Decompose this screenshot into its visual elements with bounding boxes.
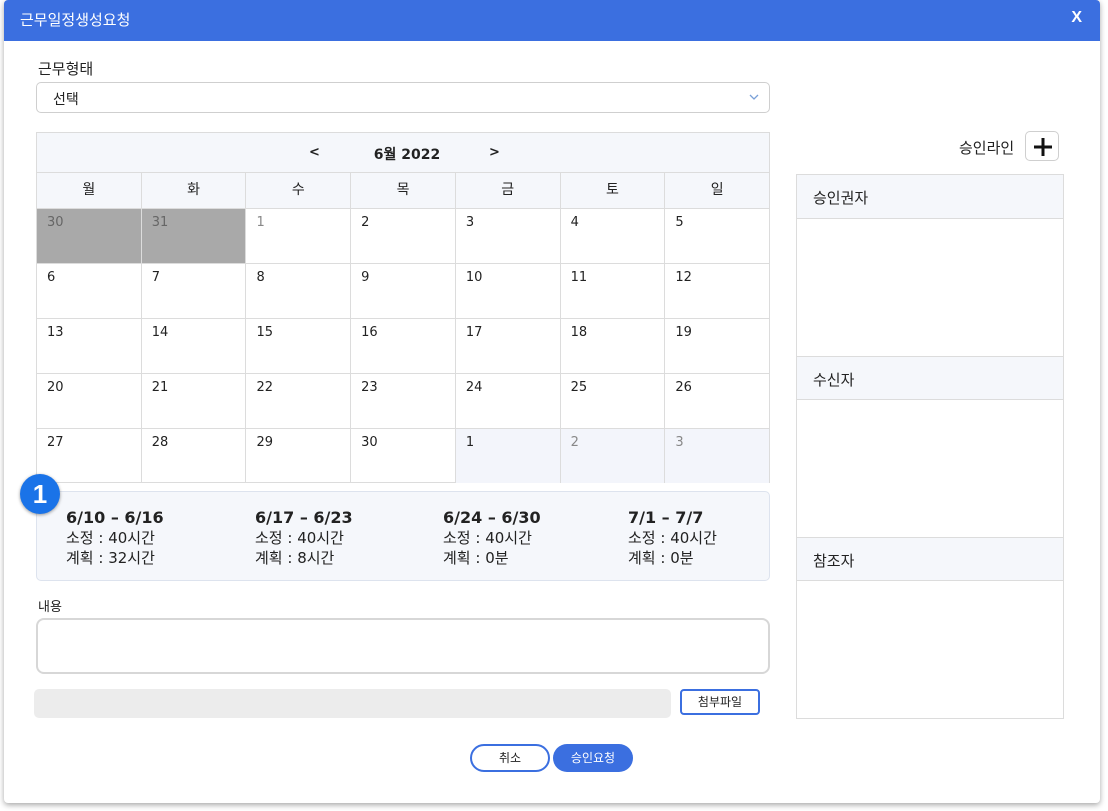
calendar-week: 6 7 8 9 10 11 12 <box>37 264 769 319</box>
work-type-select[interactable]: 선택 <box>36 82 770 113</box>
calendar-day[interactable]: 3 <box>456 209 561 263</box>
calendar-day[interactable]: 14 <box>142 319 247 373</box>
calendar-week: 27 28 29 30 1 2 3 <box>37 429 770 483</box>
chevron-down-icon <box>749 94 759 100</box>
calendar-day[interactable]: 31 <box>141 209 247 263</box>
calendar-day[interactable]: 13 <box>37 319 142 373</box>
prev-month-button[interactable]: < <box>309 145 320 160</box>
calendar-week: 20 21 22 23 24 25 26 <box>37 374 769 429</box>
next-month-button[interactable]: > <box>489 145 500 160</box>
week-range: 6/10 – 6/16 <box>66 508 164 527</box>
add-approval-button[interactable] <box>1025 131 1059 161</box>
calendar-day[interactable]: 26 <box>665 374 769 428</box>
calendar-day[interactable]: 4 <box>561 209 666 263</box>
weekday-sat: 토 <box>561 173 666 208</box>
week-fixed-hours: 소정 : 40시간 <box>628 529 717 547</box>
calendar-header: < 6월 2022 > <box>37 133 769 173</box>
week-planned-hours: 계획 : 32시간 <box>66 549 155 567</box>
content-label: 내용 <box>38 600 62 615</box>
calendar-day[interactable]: 19 <box>665 319 769 373</box>
weekday-thu: 목 <box>351 173 456 208</box>
weekday-sun: 일 <box>710 182 724 198</box>
calendar-day[interactable]: 18 <box>561 319 666 373</box>
calendar-day[interactable]: 30 <box>37 209 142 263</box>
calendar-day[interactable]: 3 <box>665 429 770 483</box>
calendar-day[interactable]: 10 <box>456 264 561 318</box>
week-fixed-hours: 소정 : 40시간 <box>255 529 344 547</box>
calendar-day[interactable]: 22 <box>246 374 352 428</box>
calendar-day[interactable]: 9 <box>351 264 456 318</box>
calendar-day[interactable]: 6 <box>37 264 142 318</box>
cancel-button[interactable]: 취소 <box>470 744 550 772</box>
calendar-day[interactable]: 11 <box>561 264 666 318</box>
receiver-section-header: 수신자 <box>797 356 1063 400</box>
work-schedule-dialog: 근무일정생성요청 X 근무형태 선택 < 6월 2022 > 월 화 수 목 금… <box>4 0 1100 803</box>
work-type-value: 선택 <box>53 92 79 108</box>
plus-icon <box>1034 138 1052 156</box>
week-summary: 6/24 – 6/30 소정 : 40시간 계획 : 0분 <box>443 508 541 568</box>
weekday-tue: 화 <box>142 173 247 208</box>
calendar-day[interactable]: 27 <box>37 429 142 483</box>
dialog-titlebar: 근무일정생성요청 X <box>4 0 1100 41</box>
week-planned-hours: 계획 : 8시간 <box>255 549 335 567</box>
close-icon[interactable]: X <box>1071 9 1082 27</box>
calendar-day[interactable]: 2 <box>560 429 666 483</box>
calendar-day[interactable]: 2 <box>351 209 456 263</box>
calendar-day[interactable]: 7 <box>142 264 247 318</box>
calendar-day[interactable]: 20 <box>37 374 142 428</box>
calendar-day[interactable]: 1 <box>455 429 561 483</box>
week-planned-hours: 계획 : 0분 <box>443 549 509 567</box>
reference-section-header: 참조자 <box>797 537 1063 581</box>
calendar-day[interactable]: 17 <box>456 319 561 373</box>
attachment-field[interactable] <box>34 689 671 718</box>
calendar-day[interactable]: 8 <box>246 264 352 318</box>
approval-panel: 승인권자 수신자 참조자 <box>796 174 1064 719</box>
calendar-day[interactable]: 29 <box>246 429 352 483</box>
week-fixed-hours: 소정 : 40시간 <box>443 529 532 547</box>
week-fixed-hours: 소정 : 40시간 <box>66 529 155 547</box>
week-summary: 7/1 – 7/7 소정 : 40시간 계획 : 0분 <box>628 508 717 568</box>
submit-approval-button[interactable]: 승인요청 <box>553 744 633 772</box>
calendar-day[interactable]: 15 <box>246 319 352 373</box>
week-summary: 6/10 – 6/16 소정 : 40시간 계획 : 32시간 <box>66 508 164 568</box>
calendar-week: 30 31 1 2 3 4 5 <box>37 209 769 264</box>
approval-line-label: 승인라인 <box>959 139 1015 157</box>
calendar-day[interactable]: 30 <box>351 429 456 483</box>
calendar-grid: 30 31 1 2 3 4 5 6 7 8 9 10 11 12 13 14 1… <box>37 209 770 483</box>
weekday-header: 월 화 수 목 금 토 일 <box>37 173 769 209</box>
content-textarea[interactable] <box>36 618 770 674</box>
weekday-mon: 월 <box>37 173 142 208</box>
calendar: < 6월 2022 > 월 화 수 목 금 토 일 30 31 1 2 3 4 … <box>36 132 770 483</box>
calendar-day[interactable]: 23 <box>351 374 456 428</box>
work-type-label: 근무형태 <box>38 60 94 78</box>
approver-section-header: 승인권자 <box>797 175 1063 219</box>
calendar-day[interactable]: 24 <box>456 374 561 428</box>
week-summary: 6/17 – 6/23 소정 : 40시간 계획 : 8시간 <box>255 508 353 568</box>
calendar-day[interactable]: 21 <box>142 374 247 428</box>
calendar-week: 13 14 15 16 17 18 19 <box>37 319 769 374</box>
week-range: 6/24 – 6/30 <box>443 508 541 527</box>
weekday-fri: 금 <box>456 173 561 208</box>
month-label: 6월 2022 <box>373 147 441 163</box>
week-range: 7/1 – 7/7 <box>628 508 704 527</box>
calendar-day[interactable]: 28 <box>142 429 247 483</box>
week-planned-hours: 계획 : 0분 <box>628 549 694 567</box>
attach-file-button[interactable]: 첨부파일 <box>680 689 760 715</box>
calendar-day[interactable]: 1 <box>246 209 352 263</box>
weekly-summary: 6/10 – 6/16 소정 : 40시간 계획 : 32시간 6/17 – 6… <box>36 491 770 581</box>
dialog-title: 근무일정생성요청 <box>20 11 131 29</box>
calendar-day[interactable]: 5 <box>665 209 769 263</box>
week-range: 6/17 – 6/23 <box>255 508 353 527</box>
calendar-day[interactable]: 16 <box>351 319 456 373</box>
calendar-day[interactable]: 25 <box>561 374 666 428</box>
step-badge: 1 <box>20 474 60 514</box>
weekday-wed: 수 <box>246 173 352 208</box>
calendar-day[interactable]: 12 <box>665 264 769 318</box>
